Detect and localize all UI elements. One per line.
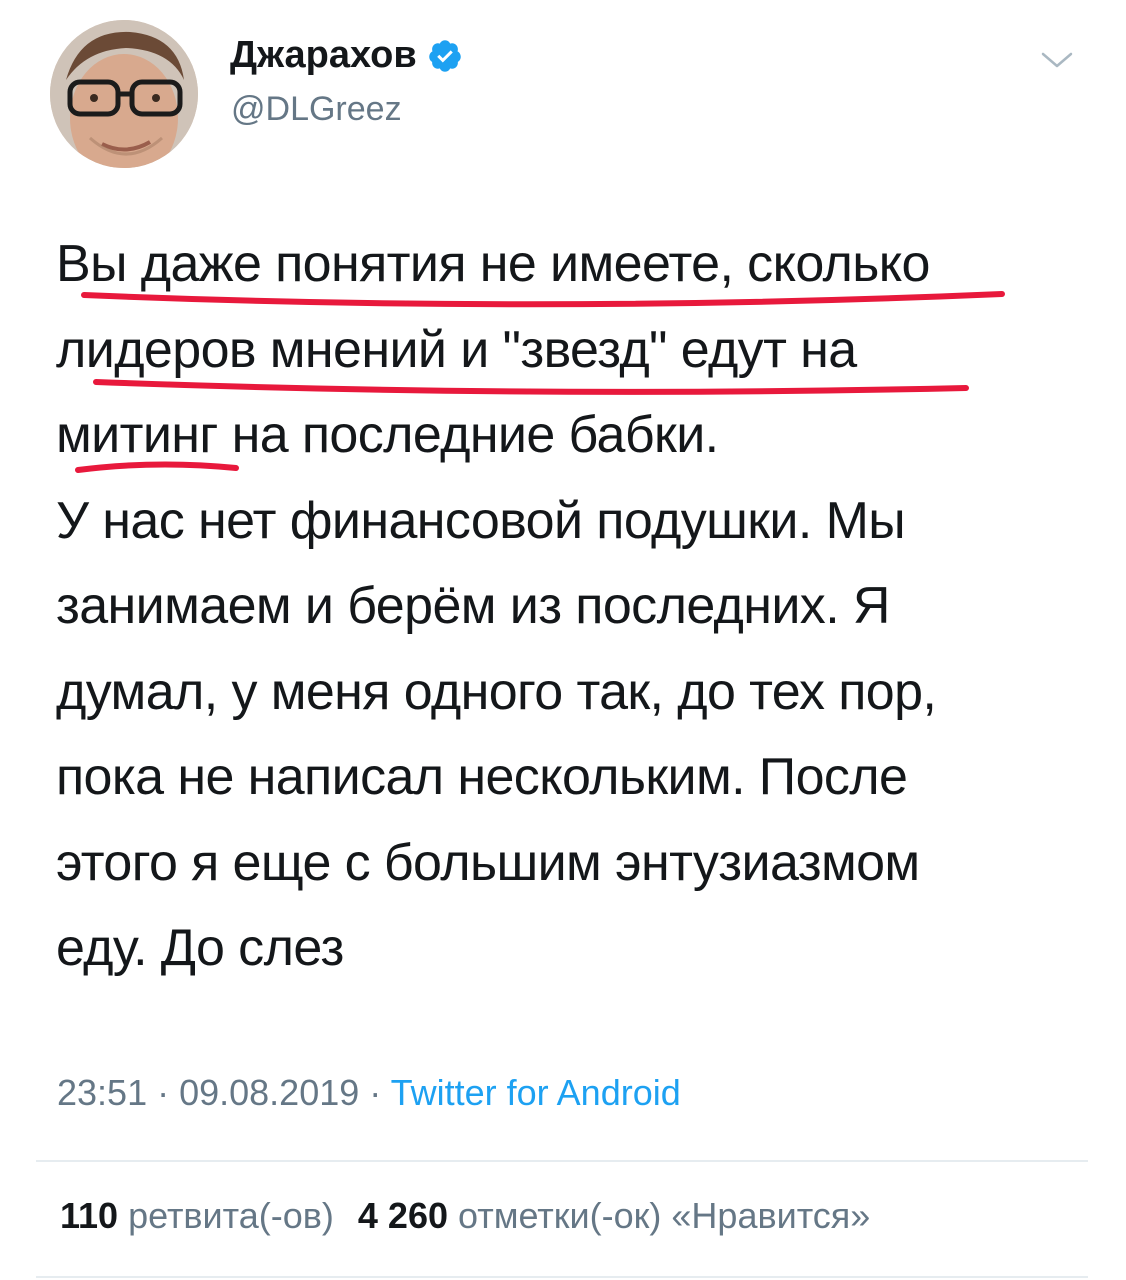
retweets-count: 110 [60, 1195, 119, 1236]
likes-label: отметки(-ок) «Нравится» [458, 1195, 871, 1236]
tweet-line: думал, у меня одного так, до тех пор, [56, 662, 937, 721]
avatar-photo [50, 20, 198, 168]
tweet-stats: 110 ретвита(-ов) 4 260 отметки(-ок) «Нра… [60, 1195, 870, 1237]
tweet-date[interactable]: 09.08.2019 [179, 1072, 359, 1113]
tweet-line: еду. До слез [56, 919, 344, 977]
author-name[interactable]: Джарахов [230, 34, 417, 77]
tweet-line: пока не написал нескольким. После [56, 748, 908, 806]
divider [36, 1160, 1088, 1162]
tweet-text: Вы даже понятия не имеете, сколько лидер… [56, 222, 1076, 992]
verified-badge-icon [427, 38, 463, 74]
retweets-stat[interactable]: 110 ретвита(-ов) [60, 1195, 334, 1236]
author-name-row[interactable]: Джарахов [230, 34, 463, 77]
author-handle[interactable]: @DLGreez [231, 90, 402, 129]
tweet-meta: 23:51 · 09.08.2019 · Twitter for Android [57, 1072, 681, 1114]
tweet-source-link[interactable]: Twitter for Android [391, 1072, 681, 1113]
tweet-line: лидеров мнений и "звезд" едут на [56, 320, 857, 379]
tweet-line: занимаем и берём из последних. Я [56, 577, 890, 635]
divider [36, 1276, 1088, 1278]
avatar[interactable] [50, 20, 198, 168]
likes-stat[interactable]: 4 260 отметки(-ок) «Нравится» [358, 1195, 870, 1236]
tweet-line: митинг на последние бабки. [56, 406, 719, 464]
tweet-line: этого я еще с большим энтузиазмом [56, 833, 920, 892]
likes-count: 4 260 [357, 1195, 448, 1236]
more-options-button[interactable] [1040, 48, 1074, 72]
tweet-time[interactable]: 23:51 [57, 1072, 147, 1113]
tweet-line: Вы даже понятия не имеете, сколько [56, 235, 930, 293]
tweet-line: У нас нет финансовой подушки. Мы [56, 491, 906, 550]
chevron-down-icon [1041, 52, 1073, 68]
meta-separator: · [147, 1072, 180, 1113]
meta-separator: · [359, 1072, 391, 1113]
retweets-label: ретвита(-ов) [128, 1195, 334, 1236]
